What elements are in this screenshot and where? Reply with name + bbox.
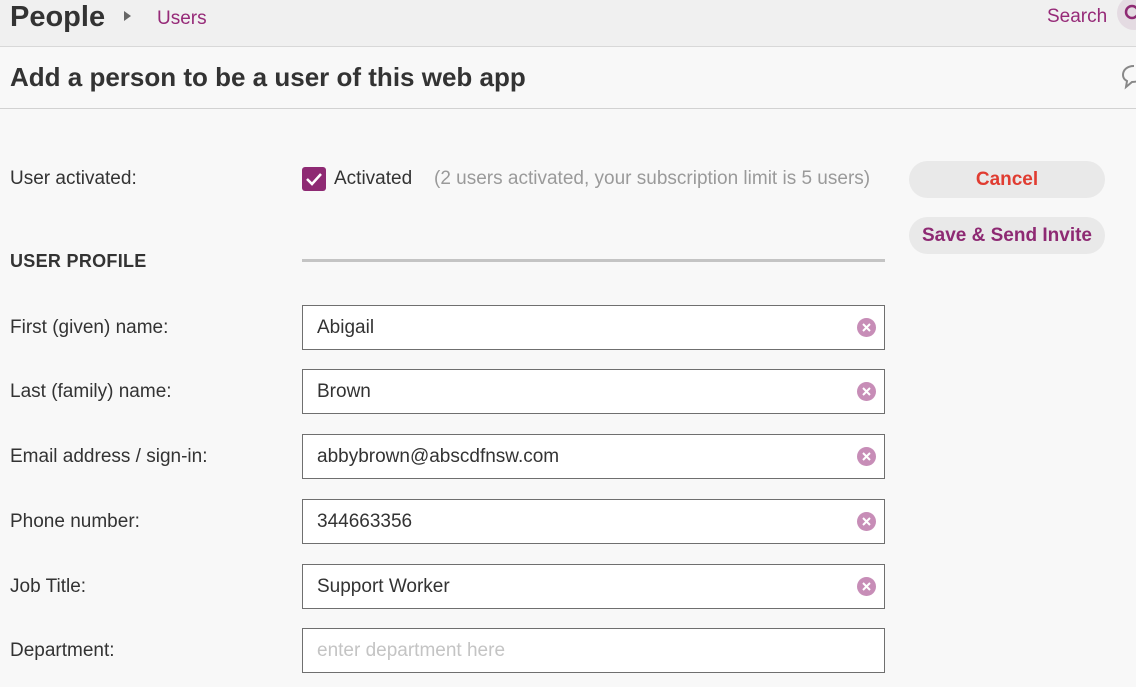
top-bar: People Users Search <box>0 0 1136 47</box>
section-heading-user-profile: USER PROFILE <box>10 251 147 271</box>
section-divider <box>302 259 885 262</box>
phone-input[interactable] <box>317 500 847 543</box>
first-name-label: First (given) name: <box>10 317 169 338</box>
checkmark-icon <box>306 173 322 186</box>
search-icon <box>1124 4 1136 20</box>
clear-icon[interactable] <box>857 512 876 531</box>
last-name-label: Last (family) name: <box>10 381 172 402</box>
email-field <box>302 434 885 479</box>
clear-icon[interactable] <box>857 577 876 596</box>
page-title: Add a person to be a user of this web ap… <box>10 62 526 92</box>
breadcrumb-separator-icon <box>124 11 131 21</box>
clear-icon[interactable] <box>857 447 876 466</box>
email-input[interactable] <box>317 435 847 478</box>
breadcrumb-title[interactable]: People <box>10 0 105 34</box>
search-link[interactable]: Search <box>1047 6 1107 28</box>
email-label: Email address / sign-in: <box>10 446 208 467</box>
phone-field <box>302 499 885 544</box>
activated-checkbox[interactable] <box>302 167 326 191</box>
department-field <box>302 628 885 673</box>
clear-icon[interactable] <box>857 382 876 401</box>
subscription-limit-note: (2 users activated, your subscription li… <box>434 168 871 189</box>
job-title-input[interactable] <box>317 565 847 608</box>
save-send-invite-button[interactable]: Save & Send Invite <box>909 217 1105 254</box>
first-name-field <box>302 305 885 350</box>
job-title-field <box>302 564 885 609</box>
user-activated-label: User activated: <box>10 168 137 189</box>
department-input[interactable] <box>317 629 847 672</box>
first-name-input[interactable] <box>317 306 847 349</box>
last-name-field <box>302 369 885 414</box>
cancel-button[interactable]: Cancel <box>909 161 1105 198</box>
clear-icon[interactable] <box>857 318 876 337</box>
breadcrumb-link-users[interactable]: Users <box>157 8 207 30</box>
activated-checkbox-label[interactable]: Activated <box>334 168 412 190</box>
chat-bubble-icon[interactable] <box>1120 63 1136 91</box>
department-label: Department: <box>10 640 115 661</box>
job-title-label: Job Title: <box>10 576 87 597</box>
page-header: Add a person to be a user of this web ap… <box>0 47 1136 109</box>
search-button[interactable] <box>1117 0 1136 30</box>
last-name-input[interactable] <box>317 370 847 413</box>
phone-label: Phone number: <box>10 511 140 532</box>
